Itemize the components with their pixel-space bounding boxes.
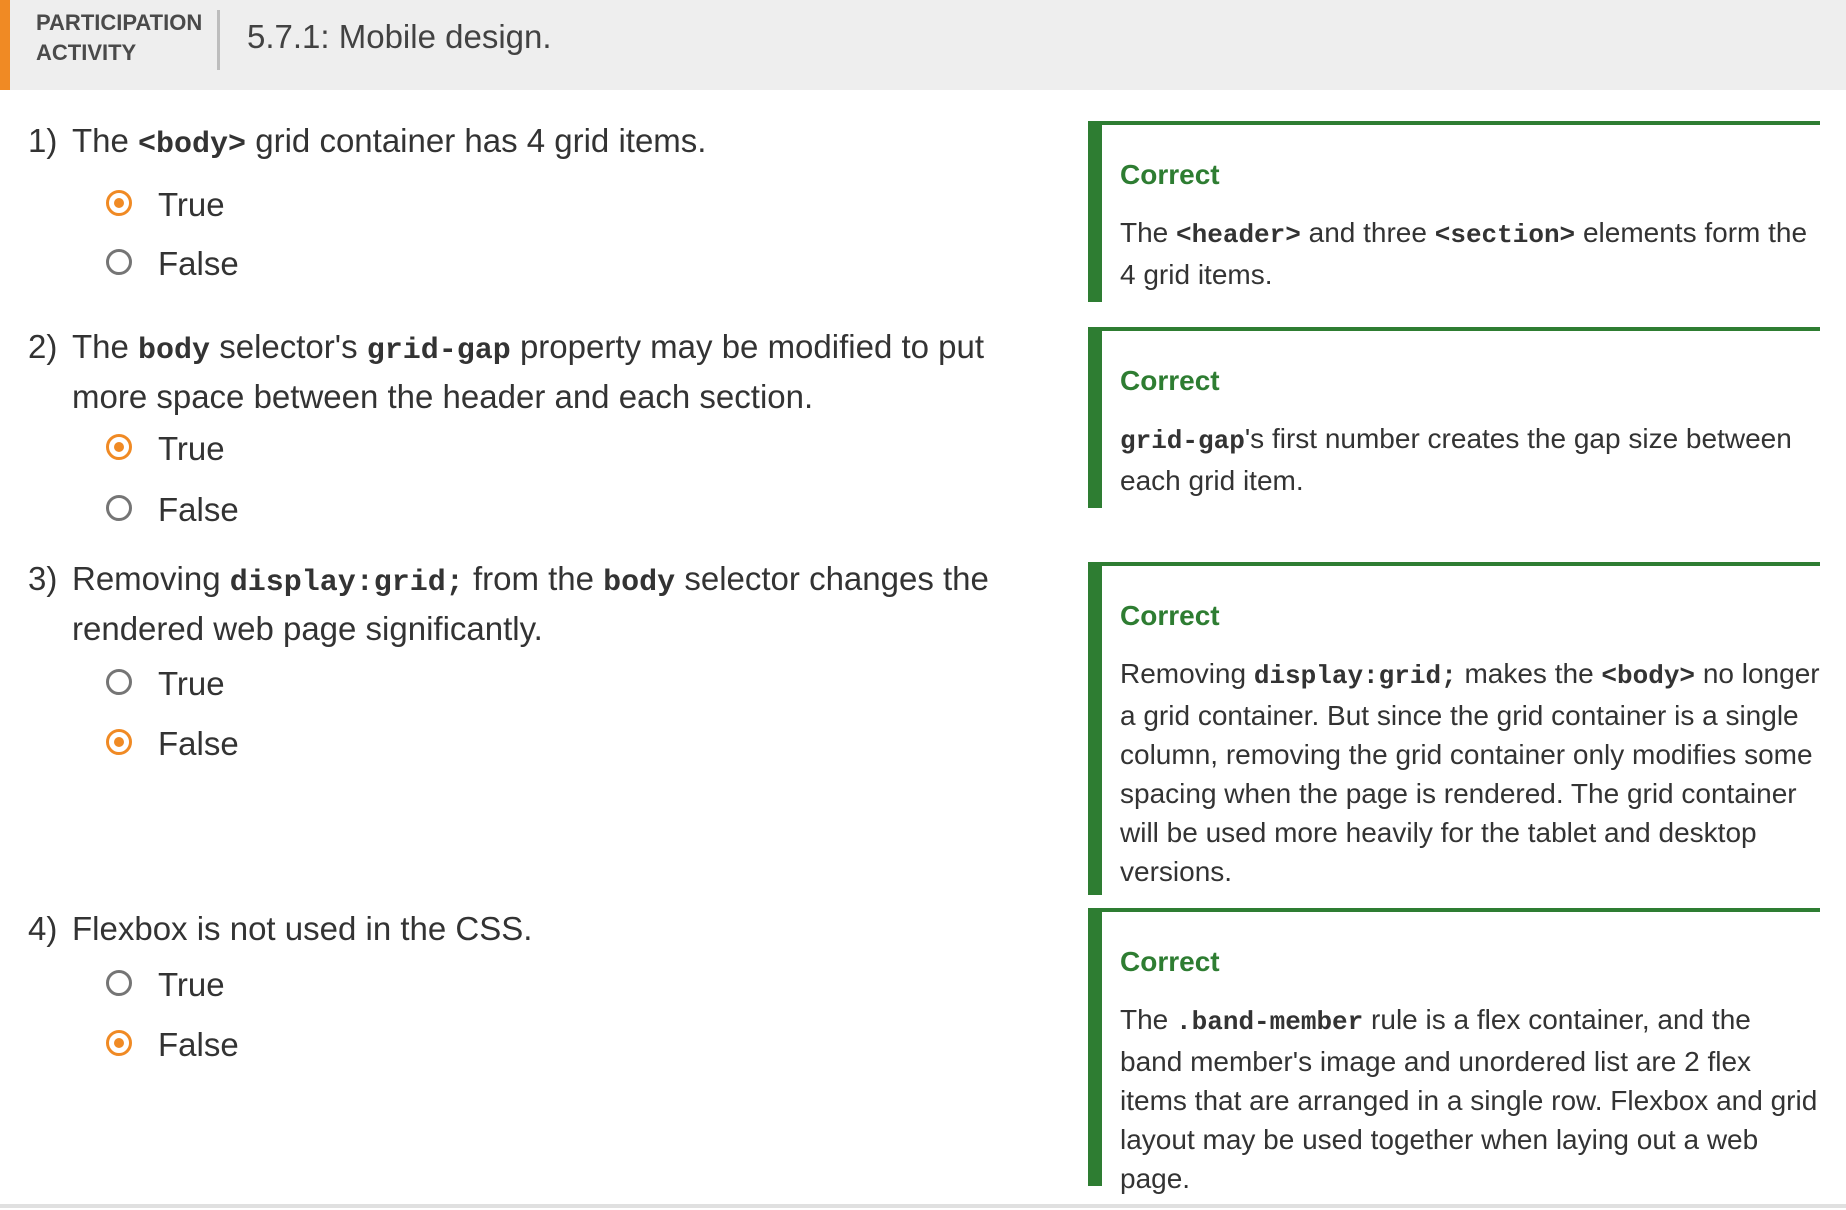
option-label: False [158,245,239,282]
option-label: False [158,725,239,762]
radio-unselected-icon[interactable] [106,495,132,521]
bottom-divider [0,1204,1846,1208]
text-fragment: The [1120,1004,1177,1035]
feedback-status: Correct [1120,159,1220,190]
text-fragment: and three [1300,217,1435,248]
code-snippet: <header> [1176,220,1301,250]
question-text: The <body> grid container has 4 grid ite… [72,118,1012,168]
feedback-explanation: Removing display:grid; makes the <body> … [1120,654,1820,891]
feedback-explanation: The <header> and three <section> element… [1120,213,1820,294]
feedback-panel-q3: Correct Removing display:grid; makes the … [1088,562,1820,895]
radio-unselected-icon[interactable] [106,669,132,695]
code-snippet: grid-gap [1120,426,1245,456]
question-number: 1) [28,122,58,159]
radio-selected-icon[interactable] [106,434,132,460]
code-snippet: body [603,566,676,600]
code-snippet: <body> [138,128,247,162]
feedback-status: Correct [1120,946,1220,977]
question-text: Flexbox is not used in the CSS. [72,906,1012,952]
feedback-status: Correct [1120,365,1220,396]
code-snippet: display:grid; [1253,661,1457,691]
radio-unselected-icon[interactable] [106,249,132,275]
text-fragment: Removing [1120,658,1254,689]
text-fragment: makes the [1456,658,1602,689]
activity-label-line1: PARTICIPATION [36,10,203,35]
code-snippet: .band-member [1176,1007,1364,1037]
feedback-explanation: The .band-member rule is a flex containe… [1120,1000,1820,1198]
feedback-panel-q4: Correct The .band-member rule is a flex c… [1088,908,1820,1194]
text-fragment: from the [463,560,604,597]
text-fragment: grid container has 4 grid items. [246,122,707,159]
code-snippet: body [138,334,211,368]
text-fragment: Removing [72,560,230,597]
activity-type-label: PARTICIPATION ACTIVITY [36,8,216,68]
option-label: True [158,966,225,1003]
option-label: True [158,665,225,702]
question-text: The body selector's grid-gap property ma… [72,324,1012,420]
text-fragment: selector's [210,328,367,365]
code-snippet: display:grid; [229,566,464,600]
code-snippet: <body> [1601,661,1696,691]
header-divider [217,10,220,70]
text-fragment: no longer a grid container. But since th… [1120,658,1820,887]
radio-selected-icon[interactable] [106,729,132,755]
question-number: 4) [28,910,58,947]
question-number: 3) [28,560,58,597]
text-fragment: The [1120,217,1177,248]
option-label: True [158,430,225,467]
feedback-status: Correct [1120,600,1220,631]
radio-unselected-icon[interactable] [106,970,132,996]
option-label: True [158,186,225,223]
feedback-panel-q1: Correct The <header> and three <section> … [1088,121,1820,302]
text-fragment: The [72,122,139,159]
radio-selected-icon[interactable] [106,190,132,216]
option-label: False [158,491,239,528]
option-label: False [158,1026,239,1063]
question-text: Removing display:grid; from the body sel… [72,556,1012,652]
feedback-panel-q2: Correct grid-gap's first number creates t… [1088,327,1820,508]
text-fragment: The [72,328,139,365]
feedback-explanation: grid-gap's first number creates the gap … [1120,419,1820,500]
question-number: 2) [28,328,58,365]
code-snippet: grid-gap [366,334,511,368]
activity-label-line2: ACTIVITY [36,40,137,65]
code-snippet: <section> [1434,220,1576,250]
radio-selected-icon[interactable] [106,1030,132,1056]
activity-title: 5.7.1: Mobile design. [247,18,552,55]
activity-header: PARTICIPATION ACTIVITY 5.7.1: Mobile des… [0,0,1846,90]
text-fragment: Flexbox is not used in the CSS. [72,910,533,947]
